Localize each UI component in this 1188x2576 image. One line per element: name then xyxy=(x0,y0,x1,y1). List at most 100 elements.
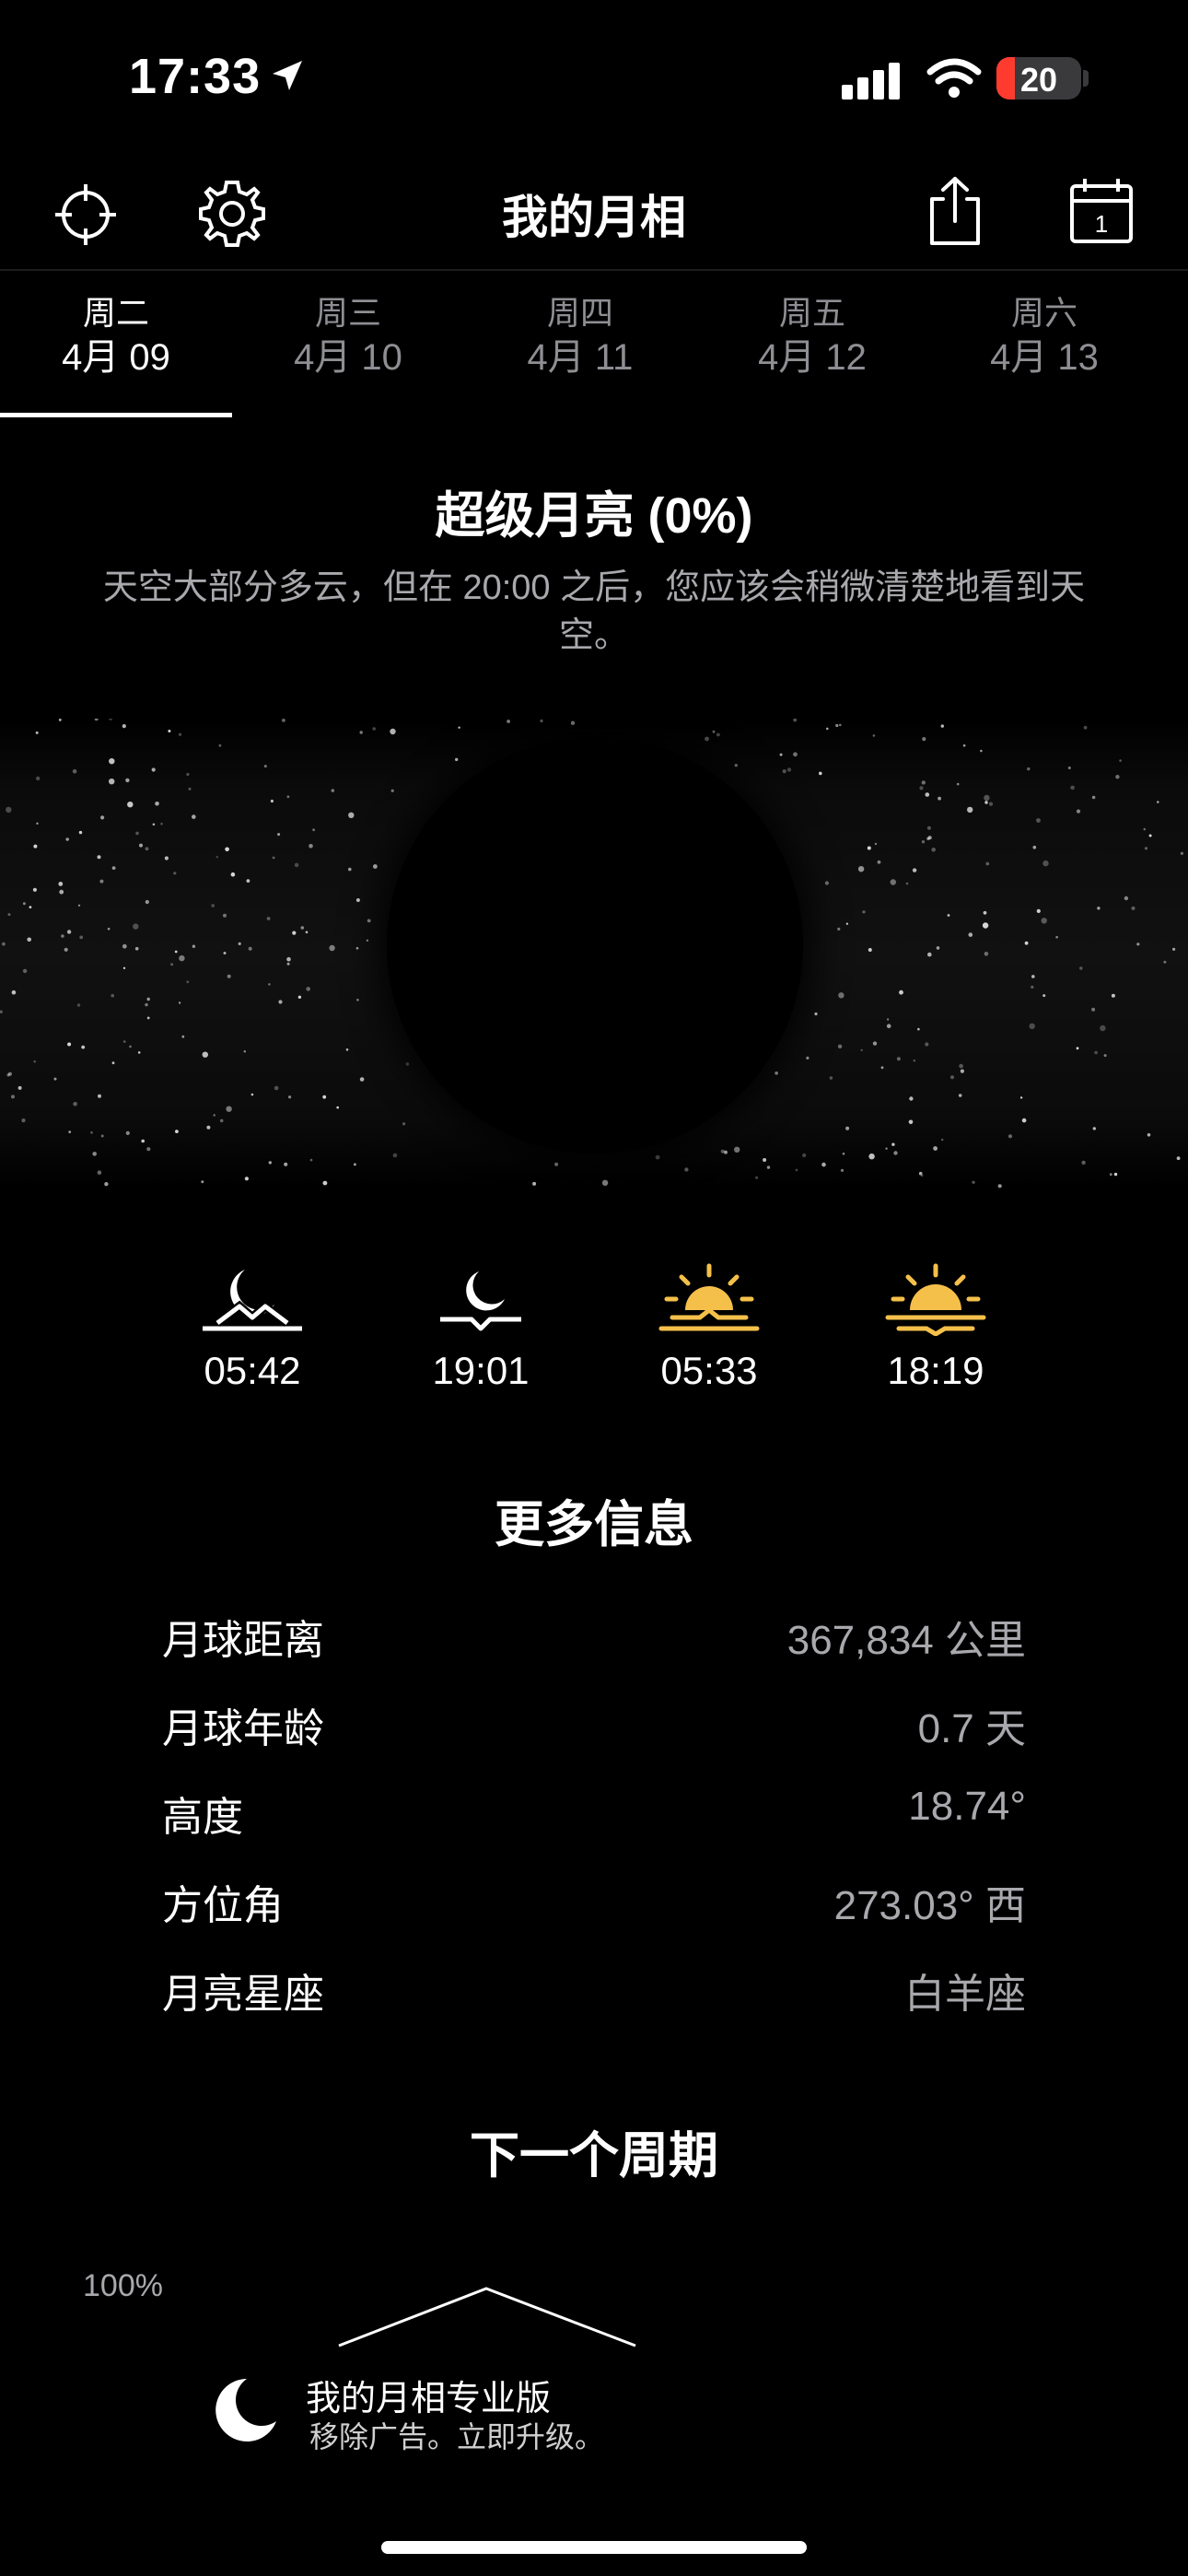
star xyxy=(786,767,792,772)
star xyxy=(1091,795,1096,800)
star xyxy=(202,1051,208,1058)
star xyxy=(137,1051,141,1054)
tab-day-5[interactable]: 周六 4月 13 xyxy=(928,293,1160,381)
star xyxy=(59,889,64,895)
star xyxy=(68,1130,72,1133)
star xyxy=(129,1045,132,1048)
star xyxy=(151,767,156,772)
star xyxy=(250,1093,254,1096)
tab-day-3[interactable]: 周四 4月 11 xyxy=(464,293,696,381)
star xyxy=(775,1071,778,1075)
info-row-altitude: 高度 18.74° xyxy=(162,1784,1026,1840)
star xyxy=(941,1138,944,1142)
star xyxy=(405,1062,410,1066)
star xyxy=(107,927,111,931)
star xyxy=(186,980,190,984)
star xyxy=(355,898,360,902)
star xyxy=(1176,1156,1181,1161)
star xyxy=(1007,1134,1013,1139)
star xyxy=(1119,759,1122,762)
star xyxy=(938,796,941,801)
star xyxy=(982,922,989,929)
tab-day-4[interactable]: 周五 4月 12 xyxy=(696,293,928,381)
star xyxy=(860,1048,863,1052)
star xyxy=(36,776,41,781)
info-row-azimuth: 方位角 273.03° 西 xyxy=(162,1872,1026,1928)
star xyxy=(912,868,917,872)
star xyxy=(99,879,104,884)
status-time: 17:33 xyxy=(129,49,262,104)
star xyxy=(146,1147,151,1152)
star xyxy=(6,1073,10,1077)
star xyxy=(226,1106,232,1112)
star xyxy=(705,736,709,742)
star xyxy=(1109,1173,1112,1177)
star xyxy=(192,944,196,948)
star xyxy=(1029,1023,1035,1029)
star xyxy=(1180,851,1183,855)
moon-image[interactable] xyxy=(387,737,803,1153)
star xyxy=(35,731,39,734)
star xyxy=(868,948,872,952)
star xyxy=(244,1177,249,1181)
star xyxy=(1097,907,1101,910)
star xyxy=(927,836,932,840)
promo-title[interactable]: 我的月相专业版 xyxy=(306,2370,551,2420)
star xyxy=(1024,941,1029,945)
star xyxy=(829,1076,833,1080)
home-indicator[interactable] xyxy=(381,2541,807,2554)
star xyxy=(913,1060,915,1062)
star xyxy=(329,944,335,952)
star xyxy=(122,943,127,949)
star xyxy=(806,1056,809,1060)
sunrise-event: 05:33 xyxy=(626,1262,792,1393)
star xyxy=(984,794,990,802)
star xyxy=(355,946,359,950)
star xyxy=(146,997,150,1001)
moonset-time: 19:01 xyxy=(432,1349,530,1392)
star xyxy=(857,866,865,872)
star xyxy=(104,1182,109,1187)
star xyxy=(819,771,822,776)
star xyxy=(359,1077,365,1082)
star xyxy=(246,879,250,883)
star xyxy=(215,856,218,859)
star xyxy=(734,764,738,767)
star xyxy=(1103,1054,1107,1058)
star xyxy=(356,999,359,1001)
star xyxy=(925,1042,929,1047)
star xyxy=(956,782,960,786)
star xyxy=(997,1184,1002,1188)
star xyxy=(458,726,460,729)
star xyxy=(1076,809,1081,814)
star xyxy=(950,1075,954,1080)
promo-subtitle[interactable]: 移除广告。立即升级。 xyxy=(309,2414,604,2456)
star xyxy=(712,730,716,733)
share-icon[interactable] xyxy=(925,175,985,252)
crescent-moon-icon[interactable] xyxy=(210,2375,280,2450)
star xyxy=(66,930,72,934)
tab-day-1[interactable]: 周二 4月 09 xyxy=(0,293,232,381)
star xyxy=(1081,1160,1086,1165)
star xyxy=(146,1016,150,1020)
cellular-signal-icon xyxy=(840,61,904,106)
info-label: 高度 xyxy=(162,1795,243,1840)
star xyxy=(554,1162,559,1166)
calendar-icon[interactable]: 1 xyxy=(1068,177,1135,250)
star xyxy=(835,723,839,728)
star xyxy=(109,779,115,785)
tab-date: 4月 13 xyxy=(990,337,1099,378)
star xyxy=(837,1044,843,1048)
star xyxy=(1100,1025,1106,1032)
star xyxy=(402,1122,406,1126)
star xyxy=(766,1165,771,1169)
star xyxy=(127,802,134,808)
tab-day-2[interactable]: 周三 4月 10 xyxy=(232,293,464,381)
star xyxy=(268,1161,272,1165)
star xyxy=(348,812,355,818)
star xyxy=(983,910,987,915)
star xyxy=(181,1035,185,1038)
star xyxy=(919,786,924,790)
star xyxy=(213,1114,215,1117)
star xyxy=(1144,847,1148,850)
